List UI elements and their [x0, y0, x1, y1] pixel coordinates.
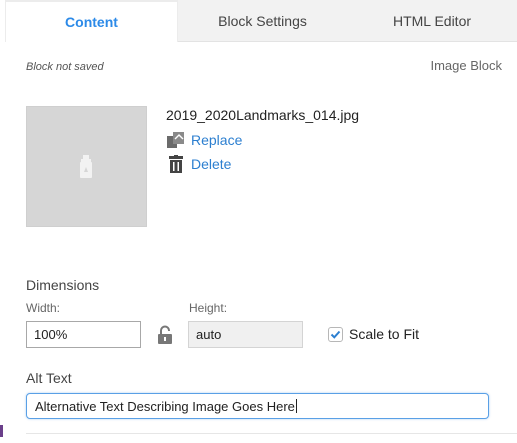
- width-label: Width:: [26, 301, 61, 315]
- image-preview[interactable]: [26, 106, 147, 227]
- image-filename: 2019_2020Landmarks_014.jpg: [166, 107, 360, 123]
- tab-block-settings[interactable]: Block Settings: [178, 0, 347, 42]
- replace-label: Replace: [191, 132, 243, 148]
- left-edge: [0, 40, 5, 443]
- scale-to-fit-label[interactable]: Scale to Fit: [349, 326, 419, 342]
- tab-html-editor[interactable]: HTML Editor: [347, 0, 517, 42]
- edge-marker: [0, 425, 3, 437]
- trash-icon: [169, 155, 183, 173]
- block-type-label: Image Block: [430, 58, 502, 73]
- height-input[interactable]: [188, 321, 303, 348]
- alt-text-input[interactable]: Alternative Text Describing Image Goes H…: [26, 393, 489, 419]
- checkmark-icon: [330, 330, 341, 339]
- replace-button[interactable]: Replace: [166, 131, 242, 149]
- divider: [26, 433, 517, 434]
- text-caret: [295, 399, 297, 413]
- image-block-editor: Content Block Settings HTML Editor Block…: [0, 0, 517, 443]
- image-placeholder-icon: [80, 155, 92, 178]
- replace-image-icon: [167, 132, 184, 148]
- unlock-icon[interactable]: [157, 325, 173, 345]
- save-status: Block not saved: [26, 61, 104, 73]
- editor-tabs: Content Block Settings HTML Editor: [5, 0, 517, 42]
- width-input[interactable]: [26, 321, 141, 348]
- delete-label: Delete: [191, 156, 232, 172]
- alt-text-value: Alternative Text Describing Image Goes H…: [35, 399, 297, 414]
- dimensions-heading: Dimensions: [26, 277, 100, 293]
- scale-to-fit-checkbox[interactable]: [328, 327, 343, 342]
- alt-text-heading: Alt Text: [26, 370, 72, 386]
- height-label: Height:: [189, 301, 228, 315]
- delete-button[interactable]: Delete: [166, 155, 231, 173]
- tab-content[interactable]: Content: [5, 0, 178, 42]
